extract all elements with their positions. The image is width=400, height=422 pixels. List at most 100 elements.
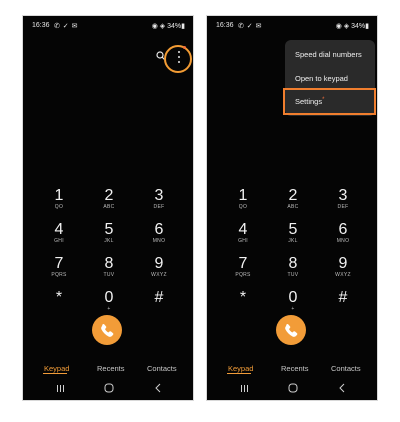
key-digit: 7 <box>238 255 248 272</box>
key-digit: 6 <box>338 221 348 238</box>
dial-keypad: 1 QO 2 ABC 3 DEF 4 GHI 5 JKL 6 MNO 7 PQRS 8 TUV … <box>207 188 377 318</box>
home-icon[interactable] <box>288 383 298 393</box>
key-digit: 1 <box>238 187 248 204</box>
key-digit: 1 <box>54 187 64 204</box>
key-4[interactable]: 4 GHI <box>223 222 263 254</box>
key-2[interactable]: 2 ABC <box>273 188 313 220</box>
key-letters: JKL <box>104 238 114 244</box>
key-letters: TUV <box>287 272 299 278</box>
menu-item-speed-dial[interactable]: Speed dial numbers <box>295 50 362 59</box>
key-digit: 7 <box>54 255 64 272</box>
key-letters: GHI <box>238 238 248 244</box>
key-7[interactable]: 7 PQRS <box>223 256 263 288</box>
phone-icon <box>101 324 114 337</box>
key-digit: 4 <box>54 221 64 238</box>
key-digit: 8 <box>104 255 114 272</box>
key-digit: 2 <box>104 187 114 204</box>
key-digit: # <box>338 289 348 306</box>
key-8[interactable]: 8 TUV <box>89 256 129 288</box>
status-time: 16:36 <box>216 22 234 29</box>
key-1[interactable]: 1 QO <box>223 188 263 220</box>
home-icon[interactable] <box>104 383 114 393</box>
key-5[interactable]: 5 JKL <box>89 222 129 254</box>
status-time: 16:36 <box>32 22 50 29</box>
key-digit: 3 <box>154 187 164 204</box>
key-letters: MNO <box>336 238 350 244</box>
key-digit: * <box>239 289 247 306</box>
key-letters: + <box>291 306 295 312</box>
key-9[interactable]: 9 WXYZ <box>323 256 363 288</box>
back-icon[interactable] <box>154 383 162 393</box>
tab-recents[interactable]: Recents <box>281 364 309 373</box>
key-letters: DEF <box>337 204 349 210</box>
tab-keypad[interactable]: Keypad <box>44 364 69 373</box>
key-letters: WXYZ <box>335 272 351 278</box>
key-letters: + <box>107 306 111 312</box>
key-letters: QO <box>238 204 248 210</box>
key-letters: PQRS <box>235 272 251 278</box>
key-6[interactable]: 6 MNO <box>323 222 363 254</box>
phone-icon <box>285 324 298 337</box>
key-9[interactable]: 9 WXYZ <box>139 256 179 288</box>
key-7[interactable]: 7 PQRS <box>39 256 79 288</box>
key-letters: GHI <box>54 238 64 244</box>
settings-highlight-box <box>283 88 376 115</box>
key-letters: QO <box>54 204 64 210</box>
key-digit: 8 <box>288 255 298 272</box>
status-battery: ◉ ◈ 34%▮ <box>151 23 185 30</box>
key-letters: ABC <box>287 204 299 210</box>
system-navbar <box>23 383 193 395</box>
key-digit: 5 <box>288 221 298 238</box>
status-bar: 16:36 ✆ ✓ ✉ ◉ ◈ 34%▮ <box>23 22 193 32</box>
key-digit: 2 <box>288 187 298 204</box>
key-star[interactable]: * <box>223 290 263 322</box>
phone-screen-left: 16:36 ✆ ✓ ✉ ◉ ◈ 34%▮ 1 QO 2 ABC 3 DEF 4 GHI … <box>22 15 194 401</box>
key-letters: PQRS <box>51 272 67 278</box>
key-3[interactable]: 3 DEF <box>323 188 363 220</box>
recent-apps-icon[interactable] <box>240 384 249 393</box>
dial-keypad: 1 QO 2 ABC 3 DEF 4 GHI 5 JKL 6 MNO 7 PQRS 8 TUV … <box>23 188 193 318</box>
key-3[interactable]: 3 DEF <box>139 188 179 220</box>
tab-keypad[interactable]: Keypad <box>228 364 253 373</box>
key-digit: 0 <box>104 289 114 306</box>
tab-contacts[interactable]: Contacts <box>147 364 177 373</box>
call-button[interactable] <box>276 315 306 345</box>
key-letters: TUV <box>103 272 115 278</box>
system-navbar <box>207 383 377 395</box>
key-hash[interactable]: # <box>323 290 363 322</box>
key-digit: 4 <box>238 221 248 238</box>
notification-icons: ✆ ✓ ✉ <box>54 23 78 30</box>
key-digit: 9 <box>154 255 164 272</box>
tab-recents[interactable]: Recents <box>97 364 125 373</box>
active-tab-indicator <box>43 373 67 374</box>
key-1[interactable]: 1 QO <box>39 188 79 220</box>
key-letters: WXYZ <box>151 272 167 278</box>
highlight-circle <box>164 45 192 73</box>
tab-contacts[interactable]: Contacts <box>331 364 361 373</box>
phone-screen-right: 16:36 ✆ ✓ ✉ ◉ ◈ 34%▮ Speed dial numbers … <box>206 15 378 401</box>
key-2[interactable]: 2 ABC <box>89 188 129 220</box>
recent-apps-icon[interactable] <box>56 384 65 393</box>
key-digit: 0 <box>288 289 298 306</box>
active-tab-indicator <box>227 373 251 374</box>
status-battery: ◉ ◈ 34%▮ <box>335 23 369 30</box>
key-letters: DEF <box>153 204 165 210</box>
key-letters: JKL <box>288 238 298 244</box>
key-4[interactable]: 4 GHI <box>39 222 79 254</box>
notification-dot <box>183 46 186 49</box>
key-digit: 6 <box>154 221 164 238</box>
key-6[interactable]: 6 MNO <box>139 222 179 254</box>
key-star[interactable]: * <box>39 290 79 322</box>
key-letters: ABC <box>103 204 115 210</box>
key-digit: * <box>55 289 63 306</box>
key-letters: MNO <box>152 238 166 244</box>
notification-icons: ✆ ✓ ✉ <box>238 23 262 30</box>
key-hash[interactable]: # <box>139 290 179 322</box>
menu-item-open-keypad[interactable]: Open to keypad <box>295 74 348 83</box>
key-8[interactable]: 8 TUV <box>273 256 313 288</box>
key-5[interactable]: 5 JKL <box>273 222 313 254</box>
key-digit: 3 <box>338 187 348 204</box>
call-button[interactable] <box>92 315 122 345</box>
back-icon[interactable] <box>338 383 346 393</box>
status-bar: 16:36 ✆ ✓ ✉ ◉ ◈ 34%▮ <box>207 22 377 32</box>
